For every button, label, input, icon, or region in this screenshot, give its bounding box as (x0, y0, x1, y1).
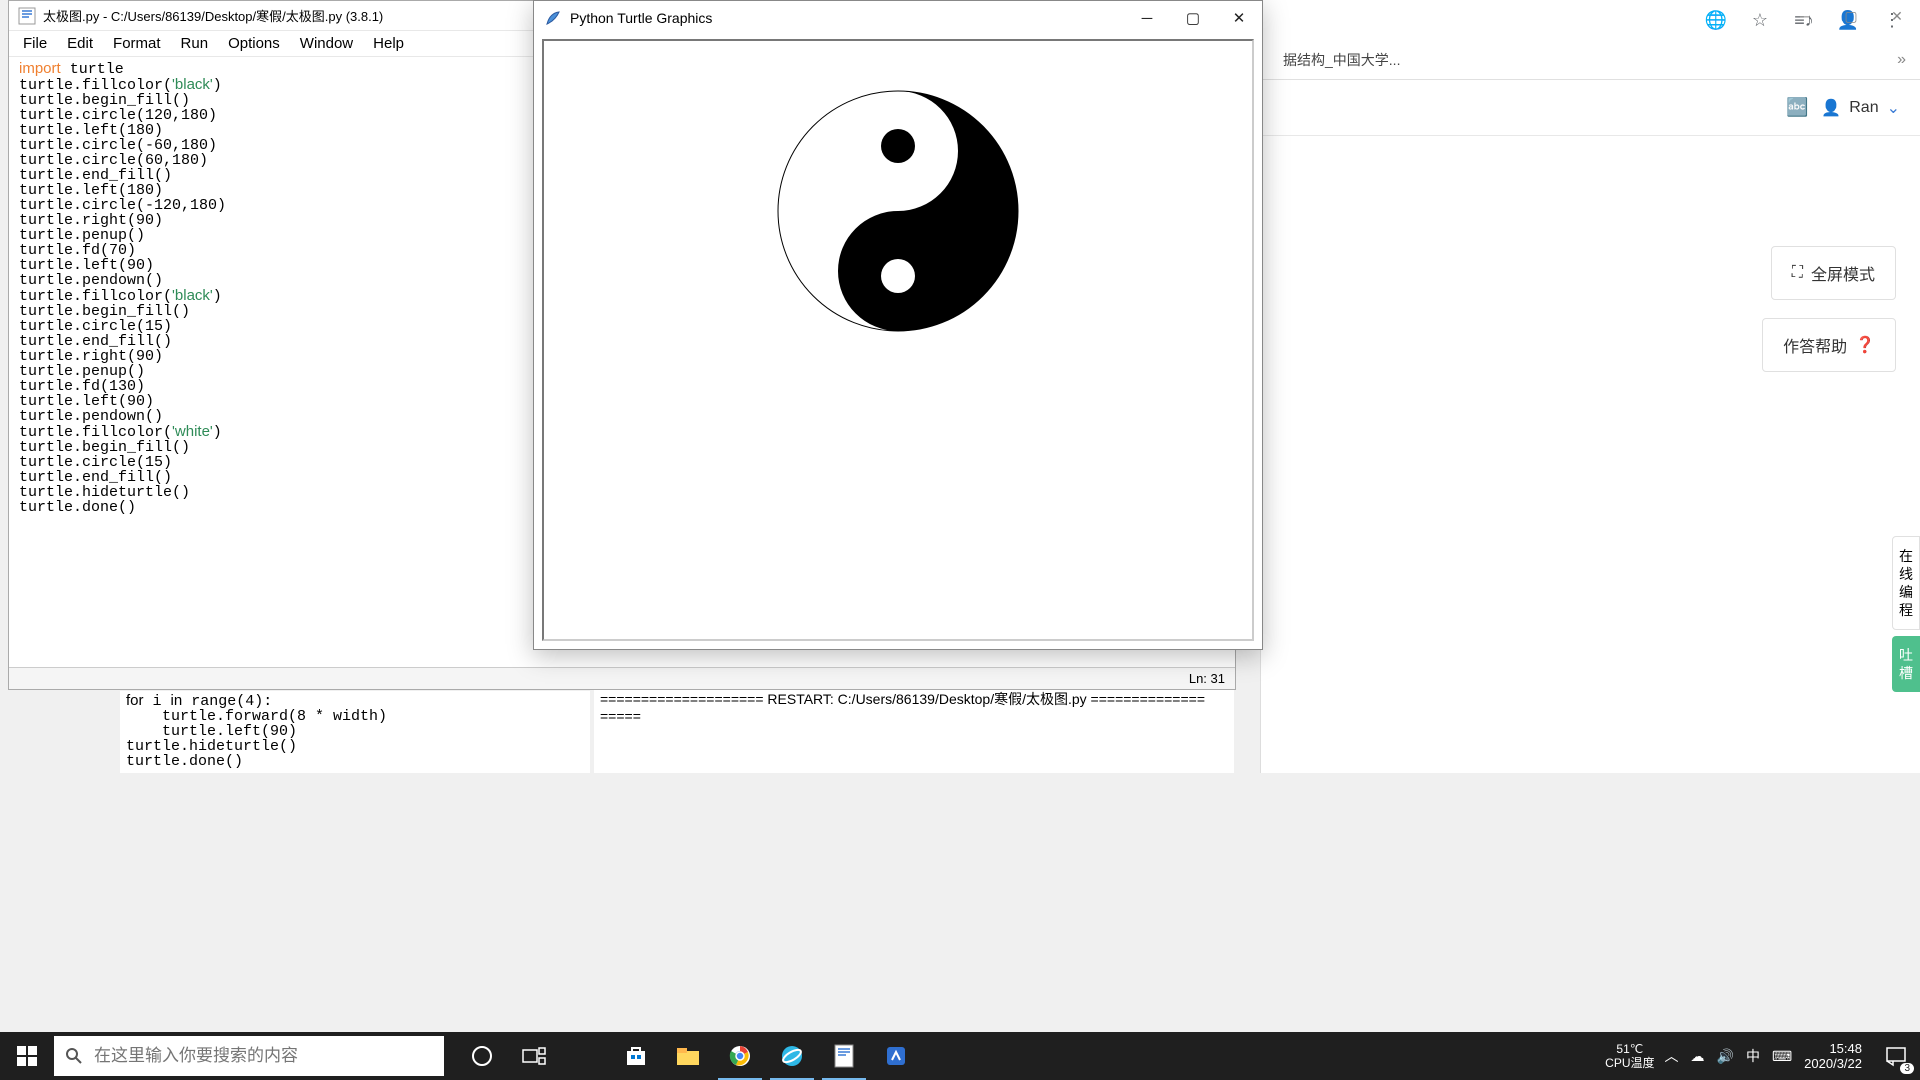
turtle-window: Python Turtle Graphics ─ ▢ ✕ (533, 0, 1263, 650)
search-icon (54, 1047, 94, 1065)
side-tag-feedback[interactable]: 吐槽 (1892, 636, 1920, 692)
menu-run[interactable]: Run (171, 33, 219, 54)
keyboard-icon[interactable]: ⌨ (1772, 1048, 1792, 1065)
chrome-icon[interactable] (714, 1032, 766, 1080)
fullscreen-button[interactable]: ⛶ 全屏模式 (1771, 246, 1896, 300)
expand-icon: ⛶ (1792, 264, 1803, 282)
menu-format[interactable]: Format (103, 33, 171, 54)
turtle-maximize-button[interactable]: ▢ (1170, 1, 1216, 35)
browser-close-button[interactable]: ✕ (1874, 0, 1920, 32)
taskbar-search[interactable] (54, 1036, 444, 1076)
menu-edit[interactable]: Edit (57, 33, 103, 54)
taskbar: 51℃ CPU温度 ︿ ☁ 🔊 中 ⌨ 15:48 2020/3/22 3 (0, 1032, 1920, 1080)
translate-page-icon[interactable]: 🔤 (1785, 96, 1809, 120)
browser-tab[interactable]: 据结构_中国大学... (1271, 50, 1412, 70)
cloud-icon[interactable]: ☁ (1691, 1048, 1705, 1065)
turtle-minimize-button[interactable]: ─ (1124, 1, 1170, 35)
start-button[interactable] (0, 1032, 54, 1080)
qq-browser-icon[interactable] (766, 1032, 818, 1080)
cortana-button[interactable] (456, 1032, 508, 1080)
browser-window: ─ ▢ ✕ 🌐 ☆ ≡♪ 👤 ⋮ 据结构_中国大学... » 🔤 👤 Ran ⌄… (1260, 0, 1920, 773)
store-icon[interactable] (610, 1032, 662, 1080)
translate-icon[interactable]: 🌐 (1704, 8, 1728, 32)
turtle-canvas (542, 39, 1254, 641)
menu-file[interactable]: File (13, 33, 57, 54)
chevron-down-icon: ⌄ (1887, 98, 1900, 118)
help-button[interactable]: 作答帮助 ❓ (1762, 318, 1896, 372)
taskview-button[interactable] (508, 1032, 560, 1080)
menu-window[interactable]: Window (290, 33, 363, 54)
side-tag-coding[interactable]: 在线编程 (1892, 536, 1920, 630)
help-icon: ❓ (1855, 335, 1875, 355)
notifications-button[interactable]: 3 (1872, 1032, 1920, 1080)
cpu-temp-widget[interactable]: 51℃ CPU温度 (1605, 1042, 1654, 1070)
user-name: Ran (1849, 99, 1878, 117)
turtle-feather-icon (544, 9, 562, 27)
cursor-position: Ln: 31 (1189, 671, 1225, 686)
user-avatar-icon: 👤 (1821, 98, 1841, 118)
explorer-icon[interactable] (662, 1032, 714, 1080)
turtle-close-button[interactable]: ✕ (1216, 1, 1262, 35)
menu-options[interactable]: Options (218, 33, 290, 54)
search-input[interactable] (94, 1046, 444, 1066)
browser-maximize-button[interactable]: ▢ (1828, 0, 1874, 32)
clock[interactable]: 15:48 2020/3/22 (1804, 1041, 1862, 1071)
tray-chevron-up-icon[interactable]: ︿ (1665, 1046, 1679, 1066)
notification-count: 3 (1900, 1063, 1914, 1074)
idle-app-icon[interactable] (818, 1032, 870, 1080)
idle-statusbar: Ln: 31 (9, 667, 1235, 689)
turtle-title: Python Turtle Graphics (570, 10, 1124, 26)
volume-icon[interactable]: 🔊 (1717, 1048, 1734, 1065)
python-file-icon (17, 6, 37, 26)
star-icon[interactable]: ☆ (1748, 8, 1772, 32)
ime-indicator[interactable]: 中 (1746, 1046, 1760, 1066)
user-menu[interactable]: 👤 Ran ⌄ (1821, 98, 1900, 118)
tabs-overflow-icon[interactable]: » (1897, 51, 1906, 69)
app-icon[interactable] (870, 1032, 922, 1080)
code-fragment: for i in range(4): turtle.forward(8 * wi… (120, 691, 590, 773)
browser-minimize-button[interactable]: ─ (1782, 0, 1828, 32)
taiji-drawing (758, 71, 1038, 351)
menu-help[interactable]: Help (363, 33, 414, 54)
turtle-titlebar[interactable]: Python Turtle Graphics ─ ▢ ✕ (534, 1, 1262, 35)
